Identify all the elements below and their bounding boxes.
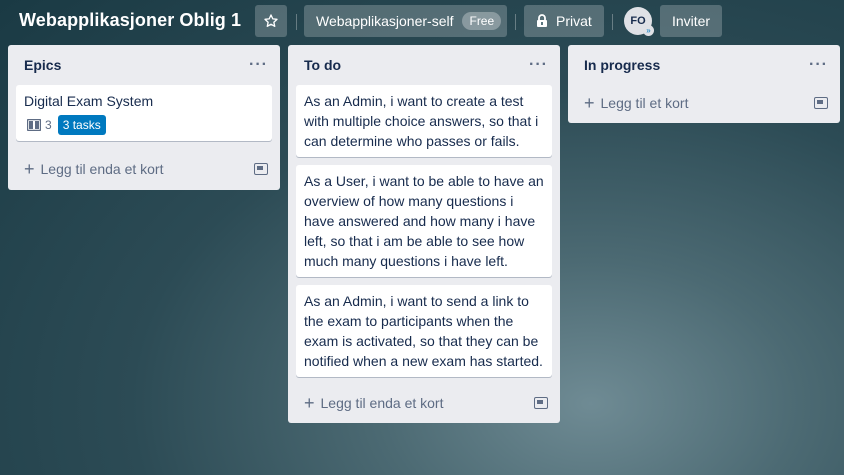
list-menu-icon[interactable]: ··· [249,56,268,74]
checklist-count: 3 [45,118,52,132]
list-title[interactable]: To do [304,57,341,73]
invite-button[interactable]: Inviter [660,5,722,37]
card[interactable]: As an Admin, i want to create a test wit… [296,85,552,157]
plus-icon: + [24,158,35,179]
card-title: Digital Exam System [24,93,154,109]
list-epics: Epics ··· Digital Exam System 3 3 tasks … [8,45,280,190]
card[interactable]: As a User, i want to be able to have an … [296,165,552,277]
header-divider [296,14,297,30]
star-icon [264,14,278,27]
header-divider [612,14,613,30]
visibility-button[interactable]: Privat [524,5,604,37]
card-template-icon[interactable] [814,97,828,109]
plus-icon: + [304,392,315,413]
header-divider [515,14,516,30]
card-template-icon[interactable] [534,397,548,409]
card-badges: 3 3 tasks [24,115,264,135]
add-card-button[interactable]: + Legg til et kort [568,85,840,121]
card[interactable]: As an Admin, i want to send a link to th… [296,285,552,377]
workspace-button[interactable]: Webapplikasjoner-self Free [304,5,507,37]
board-header: Webapplikasjoner Oblig 1 Webapplikasjone… [0,0,844,44]
list-title[interactable]: In progress [584,57,660,73]
checklist-icon [27,119,41,131]
list-header: Epics ··· [8,45,280,85]
admin-chevron-icon: » [643,25,654,36]
plan-badge: Free [462,12,502,30]
card-title: As an Admin, i want to send a link to th… [304,293,543,369]
workspace-label: Webapplikasjoner-self [316,13,454,29]
lock-icon [537,14,547,27]
card-label: 3 tasks [57,115,106,135]
list-title[interactable]: Epics [24,57,61,73]
card-title: As a User, i want to be able to have an … [304,173,544,269]
add-card-label: Legg til et kort [600,95,689,111]
list-menu-icon[interactable]: ··· [529,56,548,74]
add-card-button[interactable]: + Legg til enda et kort [288,385,560,421]
list-in-progress: In progress ··· + Legg til et kort [568,45,840,123]
list-menu-icon[interactable]: ··· [809,56,828,74]
visibility-label: Privat [556,13,592,29]
list-header: To do ··· [288,45,560,85]
card-template-icon[interactable] [254,163,268,175]
list-todo: To do ··· As an Admin, i want to create … [288,45,560,423]
add-card-label: Legg til enda et kort [320,395,444,411]
star-button[interactable] [255,5,287,37]
board-title[interactable]: Webapplikasjoner Oblig 1 [19,10,241,31]
add-card-button[interactable]: + Legg til enda et kort [8,151,280,187]
list-header: In progress ··· [568,45,840,85]
card[interactable]: Digital Exam System 3 3 tasks [16,85,272,141]
add-card-label: Legg til enda et kort [40,161,164,177]
card-title: As an Admin, i want to create a test wit… [304,93,539,149]
plus-icon: + [584,92,595,113]
